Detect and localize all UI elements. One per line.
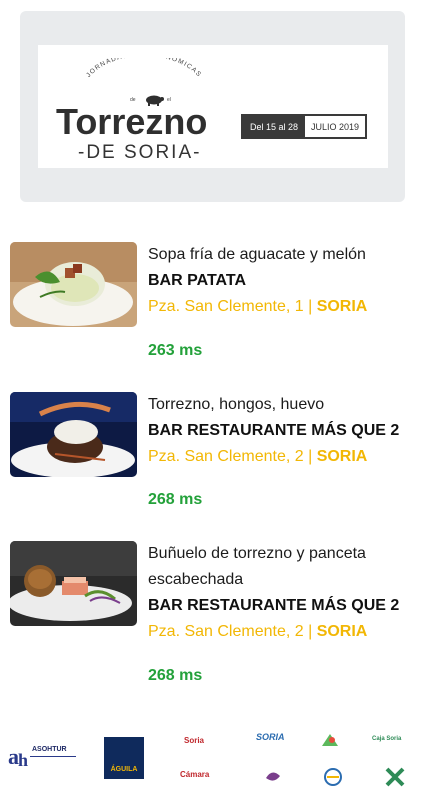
bar-address: Pza. San Clemente, 2 | SORIA (148, 446, 367, 468)
banner-card: JORNADAS GASTRONÓMICAS de el Torrezno -D… (20, 11, 405, 202)
sponsors-footer: a h ASOHTUR ÁGUILA Soria SORIA Caja Sori… (0, 714, 424, 800)
sports-icon (322, 766, 344, 788)
address-text: Pza. San Clemente, 1 | (148, 298, 317, 315)
dish-name: Sopa fría de aguacate y melón (148, 246, 366, 263)
bar-name: BAR RESTAURANTE MÁS QUE 2 (148, 422, 400, 439)
dish-name: Buñuelo de torrezno y panceta escabechad… (148, 545, 366, 588)
svg-text:JORNADAS GASTRONÓMICAS: JORNADAS GASTRONÓMICAS (85, 58, 203, 79)
city-name: SORIA (316, 623, 368, 640)
banner-subtitle: -DE SORIA- (78, 141, 202, 163)
address-text: Pza. San Clemente, 2 | (148, 448, 317, 465)
asohtur-label: ASOHTUR (32, 746, 67, 753)
response-time: 268 ms (148, 667, 203, 684)
aguila-label: ÁGUILA (110, 766, 138, 773)
tourism-icon (320, 732, 340, 750)
camara-logo: Cámara (180, 770, 209, 779)
response-time: 268 ms (148, 491, 203, 508)
banner-title: Torrezno (56, 100, 208, 142)
bar-name: BAR PATATA (148, 272, 247, 289)
caja-rural-logo: Caja Soria (372, 736, 401, 742)
diputacion-logo (262, 768, 292, 786)
address-text: Pza. San Clemente, 2 | (148, 623, 317, 640)
dish-photo (10, 392, 137, 477)
asohtur-logo: a h ASOHTUR (8, 742, 78, 772)
soria-ni-label: SORIA (256, 732, 285, 742)
caja-rural-label: Caja Soria (372, 736, 402, 742)
aguila-logo: ÁGUILA (104, 737, 144, 779)
dates-range: Del 15 al 28 (243, 116, 305, 137)
camara-label: Cámara (180, 770, 210, 779)
city-name: SORIA (316, 448, 368, 465)
dish-photo (10, 541, 137, 626)
city-name: SORIA (316, 298, 368, 315)
event-banner[interactable]: JORNADAS GASTRONÓMICAS de el Torrezno -D… (38, 45, 388, 168)
dates-month: JULIO 2019 (305, 116, 365, 137)
soria-ni-logo: SORIA (256, 732, 285, 742)
svg-text:h: h (18, 750, 28, 770)
torrezno-logo: JORNADAS GASTRONÓMICAS de el Torrezno -D… (56, 52, 231, 163)
jornadas-arc-text: JORNADAS GASTRONÓMICAS (85, 58, 203, 79)
bar-address: Pza. San Clemente, 1 | SORIA (148, 296, 367, 318)
bar-name: BAR RESTAURANTE MÁS QUE 2 (148, 597, 400, 614)
dish-photo (10, 242, 137, 327)
ayto-soria-label: Soria (184, 736, 205, 745)
dish-name: Torrezno, hongos, huevo (148, 396, 325, 413)
bar-address: Pza. San Clemente, 2 | SORIA (148, 621, 367, 643)
response-time: 263 ms (148, 342, 203, 359)
ayto-soria-logo: Soria (184, 736, 204, 745)
event-dates: Del 15 al 28 JULIO 2019 (241, 114, 367, 139)
green-x-icon (384, 766, 406, 788)
